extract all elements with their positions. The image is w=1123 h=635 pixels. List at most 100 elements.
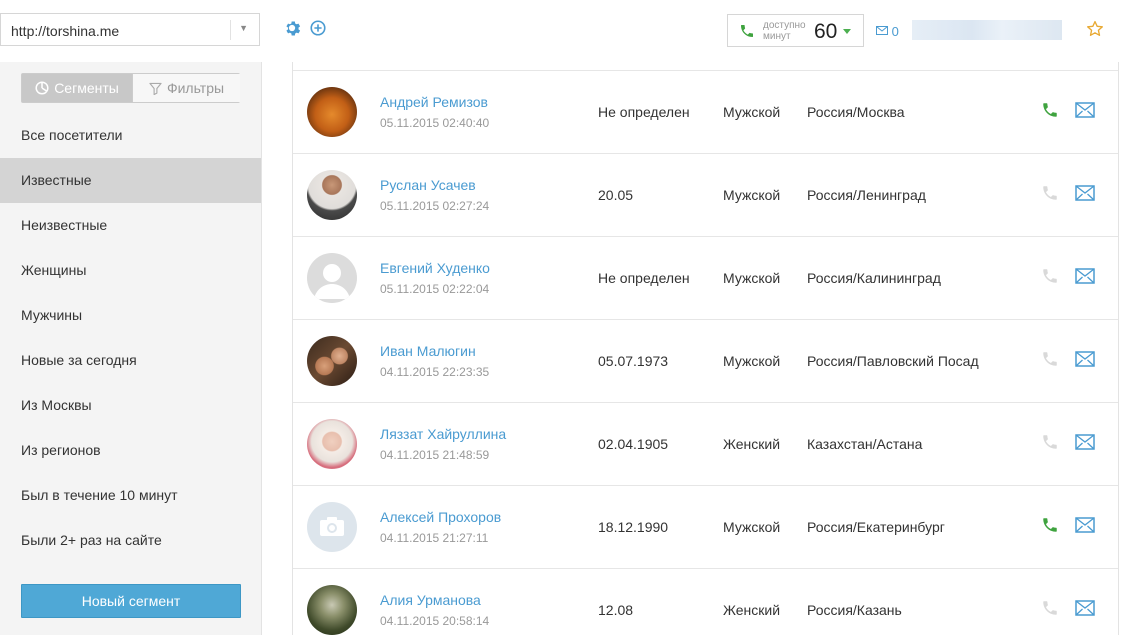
visitor-row[interactable]: Руслан Усачев 05.11.2015 02:27:24 20.05 … xyxy=(293,154,1118,237)
phone-icon[interactable] xyxy=(1041,516,1059,534)
user-account-blurred[interactable] xyxy=(912,20,1062,40)
avatar[interactable] xyxy=(307,87,357,137)
envelope-icon[interactable] xyxy=(1075,185,1095,201)
sidebar-item-unknown[interactable]: Неизвестные xyxy=(0,203,261,248)
envelope-icon xyxy=(876,26,888,35)
visitor-name[interactable]: Алия Урманова xyxy=(380,592,481,608)
visitor-gender: Женский xyxy=(723,602,781,618)
visitor-row[interactable]: Иван Малюгин 04.11.2015 22:23:35 05.07.1… xyxy=(293,320,1118,403)
visitor-row[interactable]: Евгений Худенко 05.11.2015 02:22:04 Не о… xyxy=(293,237,1118,320)
envelope-icon[interactable] xyxy=(1075,102,1095,118)
visitor-list: Андрей Ремизов 05.11.2015 02:40:40 Не оп… xyxy=(292,62,1119,635)
visitor-birthdate: Не определен xyxy=(598,270,690,286)
visitor-location: Казахстан/Астана xyxy=(807,436,923,452)
visitor-row[interactable]: Алия Урманова 04.11.2015 20:58:14 12.08 … xyxy=(293,569,1118,635)
envelope-icon[interactable] xyxy=(1075,600,1095,616)
camera-icon xyxy=(320,517,344,536)
visitor-birthdate: 20.05 xyxy=(598,187,634,203)
sidebar-item-from-regions[interactable]: Из регионов xyxy=(0,428,261,473)
phone-icon[interactable] xyxy=(1041,433,1059,451)
phone-icon xyxy=(741,25,753,37)
phone-icon[interactable] xyxy=(1041,101,1059,119)
visit-datetime: 04.11.2015 22:23:35 xyxy=(380,365,490,379)
envelope-icon[interactable] xyxy=(1075,268,1095,284)
sidebar-item-all-visitors[interactable]: Все посетители xyxy=(0,113,261,158)
visitor-birthdate: 02.04.1905 xyxy=(598,436,669,452)
site-select[interactable]: http://torshina.me ▼ xyxy=(0,13,260,46)
visitor-name[interactable]: Руслан Усачев xyxy=(380,177,476,193)
visitor-location: Россия/Екатеринбург xyxy=(807,519,945,535)
visitor-location: Россия/Павловский Посад xyxy=(807,353,979,369)
avatar[interactable] xyxy=(307,170,357,220)
visitor-name[interactable]: Ляззат Хайруллина xyxy=(380,426,506,442)
top-bar: http://torshina.me ▼ доступно минут 60 0 xyxy=(0,0,1123,62)
minutes-label-line2: минут xyxy=(763,31,791,42)
visitor-row[interactable]: Ляззат Хайруллина 04.11.2015 21:48:59 02… xyxy=(293,403,1118,486)
gear-icon[interactable] xyxy=(283,19,301,37)
avatar[interactable] xyxy=(307,253,357,303)
visit-datetime: 05.11.2015 02:22:04 xyxy=(380,282,490,296)
tab-segments-label: Сегменты xyxy=(54,80,119,96)
visitor-name[interactable]: Андрей Ремизов xyxy=(380,94,488,110)
visitor-row[interactable]: Алексей Прохоров 04.11.2015 21:27:11 18.… xyxy=(293,486,1118,569)
sidebar-item-new-today[interactable]: Новые за сегодня xyxy=(0,338,261,383)
minutes-widget[interactable]: доступно минут 60 xyxy=(727,14,864,47)
site-url: http://torshina.me xyxy=(11,23,120,39)
messages-counter[interactable]: 0 xyxy=(876,24,899,39)
avatar[interactable] xyxy=(307,502,357,552)
visitor-location: Россия/Казань xyxy=(807,602,902,618)
star-icon[interactable] xyxy=(1086,20,1104,38)
sidebar-item-from-moscow[interactable]: Из Москвы xyxy=(0,383,261,428)
sidebar-item-last-10-min[interactable]: Был в течение 10 минут xyxy=(0,473,261,518)
envelope-icon[interactable] xyxy=(1075,434,1095,450)
visitor-gender: Мужской xyxy=(723,270,781,286)
select-divider xyxy=(230,20,231,40)
visitor-location: Россия/Ленинград xyxy=(807,187,926,203)
visitor-name[interactable]: Алексей Прохоров xyxy=(380,509,501,525)
visitor-location: Россия/Москва xyxy=(807,104,905,120)
phone-icon[interactable] xyxy=(1041,350,1059,368)
tab-filters[interactable]: Фильтры xyxy=(132,74,240,102)
sidebar-item-women[interactable]: Женщины xyxy=(0,248,261,293)
visitor-gender: Женский xyxy=(723,436,781,452)
envelope-icon[interactable] xyxy=(1075,351,1095,367)
sidebar-item-returning[interactable]: Были 2+ раз на сайте xyxy=(0,518,261,563)
user-placeholder-icon xyxy=(314,264,350,299)
visitor-gender: Мужской xyxy=(723,519,781,535)
phone-icon[interactable] xyxy=(1041,267,1059,285)
add-circle-icon[interactable] xyxy=(309,19,327,37)
visitor-gender: Мужской xyxy=(723,187,781,203)
chevron-down-icon: ▼ xyxy=(239,23,248,33)
visit-datetime: 04.11.2015 20:58:14 xyxy=(380,614,490,628)
minutes-label: доступно минут xyxy=(763,20,806,42)
visit-datetime: 05.11.2015 02:27:24 xyxy=(380,199,490,213)
visitor-birthdate: 05.07.1973 xyxy=(598,353,669,369)
sidebar: Сегменты Фильтры Все посетители Известны… xyxy=(0,62,262,635)
visitor-name[interactable]: Иван Малюгин xyxy=(380,343,476,359)
tab-segments[interactable]: Сегменты xyxy=(22,74,132,102)
new-segment-button[interactable]: Новый сегмент xyxy=(21,584,241,618)
sidebar-item-known[interactable]: Известные xyxy=(0,158,261,203)
messages-count: 0 xyxy=(891,24,899,39)
minutes-label-line1: доступно xyxy=(763,20,806,31)
visitor-name[interactable]: Евгений Худенко xyxy=(380,260,490,276)
visit-datetime: 04.11.2015 21:48:59 xyxy=(380,448,490,462)
phone-icon[interactable] xyxy=(1041,184,1059,202)
visitor-row[interactable]: Андрей Ремизов 05.11.2015 02:40:40 Не оп… xyxy=(293,71,1118,154)
avatar[interactable] xyxy=(307,336,357,386)
visitor-location: Россия/Калининград xyxy=(807,270,941,286)
segments-filters-toggle: Сегменты Фильтры xyxy=(21,73,240,103)
visit-datetime: 04.11.2015 21:27:11 xyxy=(380,531,489,545)
visit-datetime: 05.11.2015 02:40:40 xyxy=(380,116,490,130)
sidebar-item-men[interactable]: Мужчины xyxy=(0,293,261,338)
visitor-birthdate: Не определен xyxy=(598,104,690,120)
pie-chart-icon xyxy=(35,81,49,95)
visitor-gender: Мужской xyxy=(723,353,781,369)
envelope-icon[interactable] xyxy=(1075,517,1095,533)
funnel-icon xyxy=(149,82,162,96)
avatar[interactable] xyxy=(307,419,357,469)
avatar[interactable] xyxy=(307,585,357,635)
phone-icon[interactable] xyxy=(1041,599,1059,617)
minutes-value: 60 xyxy=(814,20,838,43)
caret-down-icon xyxy=(843,29,851,34)
